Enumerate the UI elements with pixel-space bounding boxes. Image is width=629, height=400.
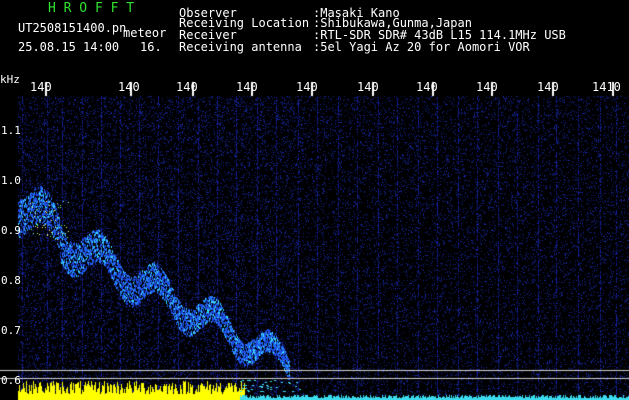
app-title: H R O F F T <box>48 1 135 16</box>
y-tick-label: 0.7 <box>1 324 21 337</box>
antenna-label: Receiving antenna <box>179 40 302 54</box>
number-label: 16. <box>140 40 162 54</box>
x-tick-label: 140 <box>537 80 559 94</box>
x-tick-label: 140 <box>118 80 140 94</box>
spectrogram-canvas <box>0 0 629 400</box>
filename-label: UT2508151400.pn <box>18 21 127 35</box>
x-tick-label: 140 <box>236 80 258 94</box>
x-tick-label: 140 <box>30 80 52 94</box>
y-tick-label: 0.6 <box>1 374 21 387</box>
x-tick-label: 140 <box>176 80 198 94</box>
type-label: meteor <box>123 26 167 40</box>
antenna-value: :5el Yagi Az 20 for Aomori VOR <box>313 40 530 54</box>
x-tick-label: 140 <box>476 80 498 94</box>
y-tick-label: 0.9 <box>1 224 21 237</box>
y-tick-label: 0.8 <box>1 274 21 287</box>
x-tick-label: 140 <box>416 80 438 94</box>
x-tick-label: 1410 <box>592 80 621 94</box>
x-tick-label: 140 <box>296 80 318 94</box>
y-tick-label: 1.0 <box>1 174 21 187</box>
y-axis-unit: kHz <box>0 73 20 86</box>
datetime-label: 25.08.15 14:00 <box>18 40 120 54</box>
y-tick-label: 1.1 <box>1 124 21 137</box>
x-tick-label: 140 <box>357 80 379 94</box>
